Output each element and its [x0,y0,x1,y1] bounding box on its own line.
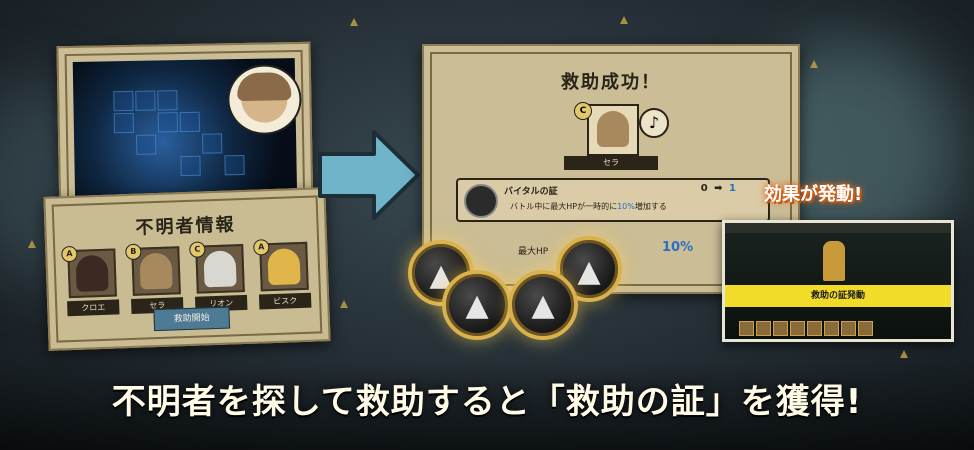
effect-row: バイタルの証 0 ➡ 1 バトル中に最大HPが一時的に10%増加する [456,178,770,222]
portrait-hair [75,254,109,292]
description-value: 10% [617,202,635,211]
sparkle [340,300,348,308]
battle-top-bar [725,223,951,233]
unit-icon [841,321,856,336]
character-portrait: A [61,245,117,299]
panel-title: 不明者情報 [135,214,236,239]
description-text: バトル中に最大HPが一時的に [510,202,618,211]
proof-coin-icon [442,270,512,340]
map-tile [113,112,134,134]
character-card[interactable]: B セラ [125,243,184,314]
effect-name: バイタルの証 [504,187,558,197]
sparkle [900,350,908,358]
character-portrait: A [253,239,309,292]
unit-icon [858,321,873,336]
portrait-hair [139,252,173,290]
effect-activated-label: 効果が発動! [764,184,863,205]
unit-icon [773,321,788,336]
map-tile [113,90,134,112]
map-tile [136,134,157,155]
rescue-start-button[interactable]: 救助開始 [153,306,231,332]
portrait-hair [203,250,237,288]
arrow-right-icon: ➡ [714,183,723,194]
proof-activated-banner: 救助の証発動 [725,285,951,307]
proof-coin-icon [508,270,578,340]
unit-row [739,321,873,336]
unit-icon [824,321,839,336]
rank-badge: A [61,245,78,263]
rescued-character-name: セラ [564,156,658,170]
arrow-right-icon [318,130,420,220]
portrait-hair [267,248,301,286]
character-card[interactable]: A ビスク [253,239,312,310]
map-tile [201,133,223,154]
unit-icon [739,321,754,336]
unit-icon [756,321,771,336]
map-tile [135,90,156,111]
effect-description: バトル中に最大HPが一時的に10%増加する [510,201,667,212]
map-tile [180,155,201,177]
character-avatar [241,76,288,124]
level-to: 1 [729,183,736,194]
map-tile [157,90,178,111]
unit-icon [807,321,822,336]
music-note-icon: ♪ [639,108,669,138]
stat-label: 最大HP [518,247,549,257]
sparkle [350,18,358,26]
rank-badge: A [253,239,270,256]
character-name: クロエ [67,299,120,317]
map-tile [224,154,245,176]
map-tile [157,112,178,133]
enemy-sprite [823,241,845,281]
rescued-character-portrait [587,104,639,156]
battle-screenshot: 救助の証発動 [722,220,954,342]
vital-proof-icon [464,184,498,218]
missing-info-panel: 不明者情報 A クロエ B セラ C リオン A ビスク 救助開始 [43,187,331,351]
sparkle [620,16,628,24]
result-title: 救助成功！ [561,72,661,93]
character-name: ビスク [258,292,312,310]
caption-text: 不明者を探して救助すると「救助の証」を獲得! [111,382,863,422]
rank-badge: B [125,243,142,261]
rank-badge: C [574,102,592,120]
effect-level-change: 0 ➡ 1 [701,183,736,194]
character-card[interactable]: C リオン [189,241,248,312]
level-from: 0 [700,183,708,194]
map-tile [179,111,200,133]
rank-badge: C [189,241,206,258]
description-text: 増加する [634,202,667,211]
character-portrait: B [125,243,181,296]
stat-value: 10% [662,240,694,255]
character-card[interactable]: A クロエ [61,245,120,317]
portrait-hair [597,111,629,147]
unit-icon [790,321,805,336]
character-portrait: C [189,241,245,294]
